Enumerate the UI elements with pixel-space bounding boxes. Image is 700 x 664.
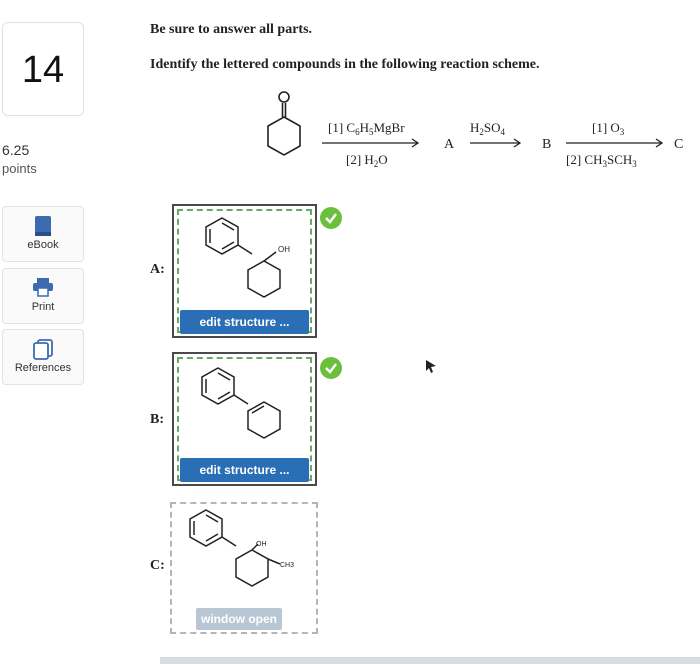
c-oh-text: OH [256, 541, 267, 548]
references-label: References [14, 362, 72, 374]
b-correct-check-icon [320, 357, 342, 379]
print-button[interactable]: Print [2, 268, 84, 324]
b-edit-structure-button[interactable]: edit structure ... [180, 458, 309, 482]
question-number-box: 14 [2, 22, 84, 116]
points-value: 6.25 [2, 142, 30, 158]
book-icon [3, 215, 83, 237]
mouse-cursor-icon [426, 360, 436, 373]
ebook-label: eBook [27, 239, 59, 251]
answer-c-box[interactable]: OH CH3 window open [170, 502, 318, 634]
a-oh-text: OH [278, 245, 290, 254]
question-number: 14 [21, 49, 65, 91]
answer-a-label: A: [150, 262, 165, 277]
c-window-open-button[interactable]: window open [196, 608, 282, 630]
compound-label-b: B [542, 137, 552, 152]
ebook-button[interactable]: eBook [2, 206, 84, 262]
instruction-answer-all: Be sure to answer all parts. [150, 22, 313, 37]
points-label: points [2, 161, 37, 176]
references-button[interactable]: References [2, 329, 84, 385]
answer-c-label: C: [150, 558, 165, 573]
printer-icon [3, 277, 83, 299]
answer-b-label: B: [150, 412, 164, 427]
print-label: Print [31, 301, 55, 313]
answer-a-box[interactable]: OH edit structure ... [172, 204, 317, 338]
compound-label-c: C [674, 137, 684, 152]
a-edit-structure-button[interactable]: edit structure ... [180, 310, 309, 334]
answer-b-box[interactable]: edit structure ... [172, 352, 317, 486]
compound-label-a: A [444, 137, 455, 152]
a-correct-check-icon [320, 207, 342, 229]
bottom-scroll-bar[interactable] [160, 657, 700, 664]
instruction-identify: Identify the lettered compounds in the f… [150, 57, 540, 72]
references-icon [3, 338, 83, 360]
question-sidebar: 14 6.25 points eBook Print References [0, 0, 86, 664]
c-ch3-text: CH3 [280, 562, 294, 569]
